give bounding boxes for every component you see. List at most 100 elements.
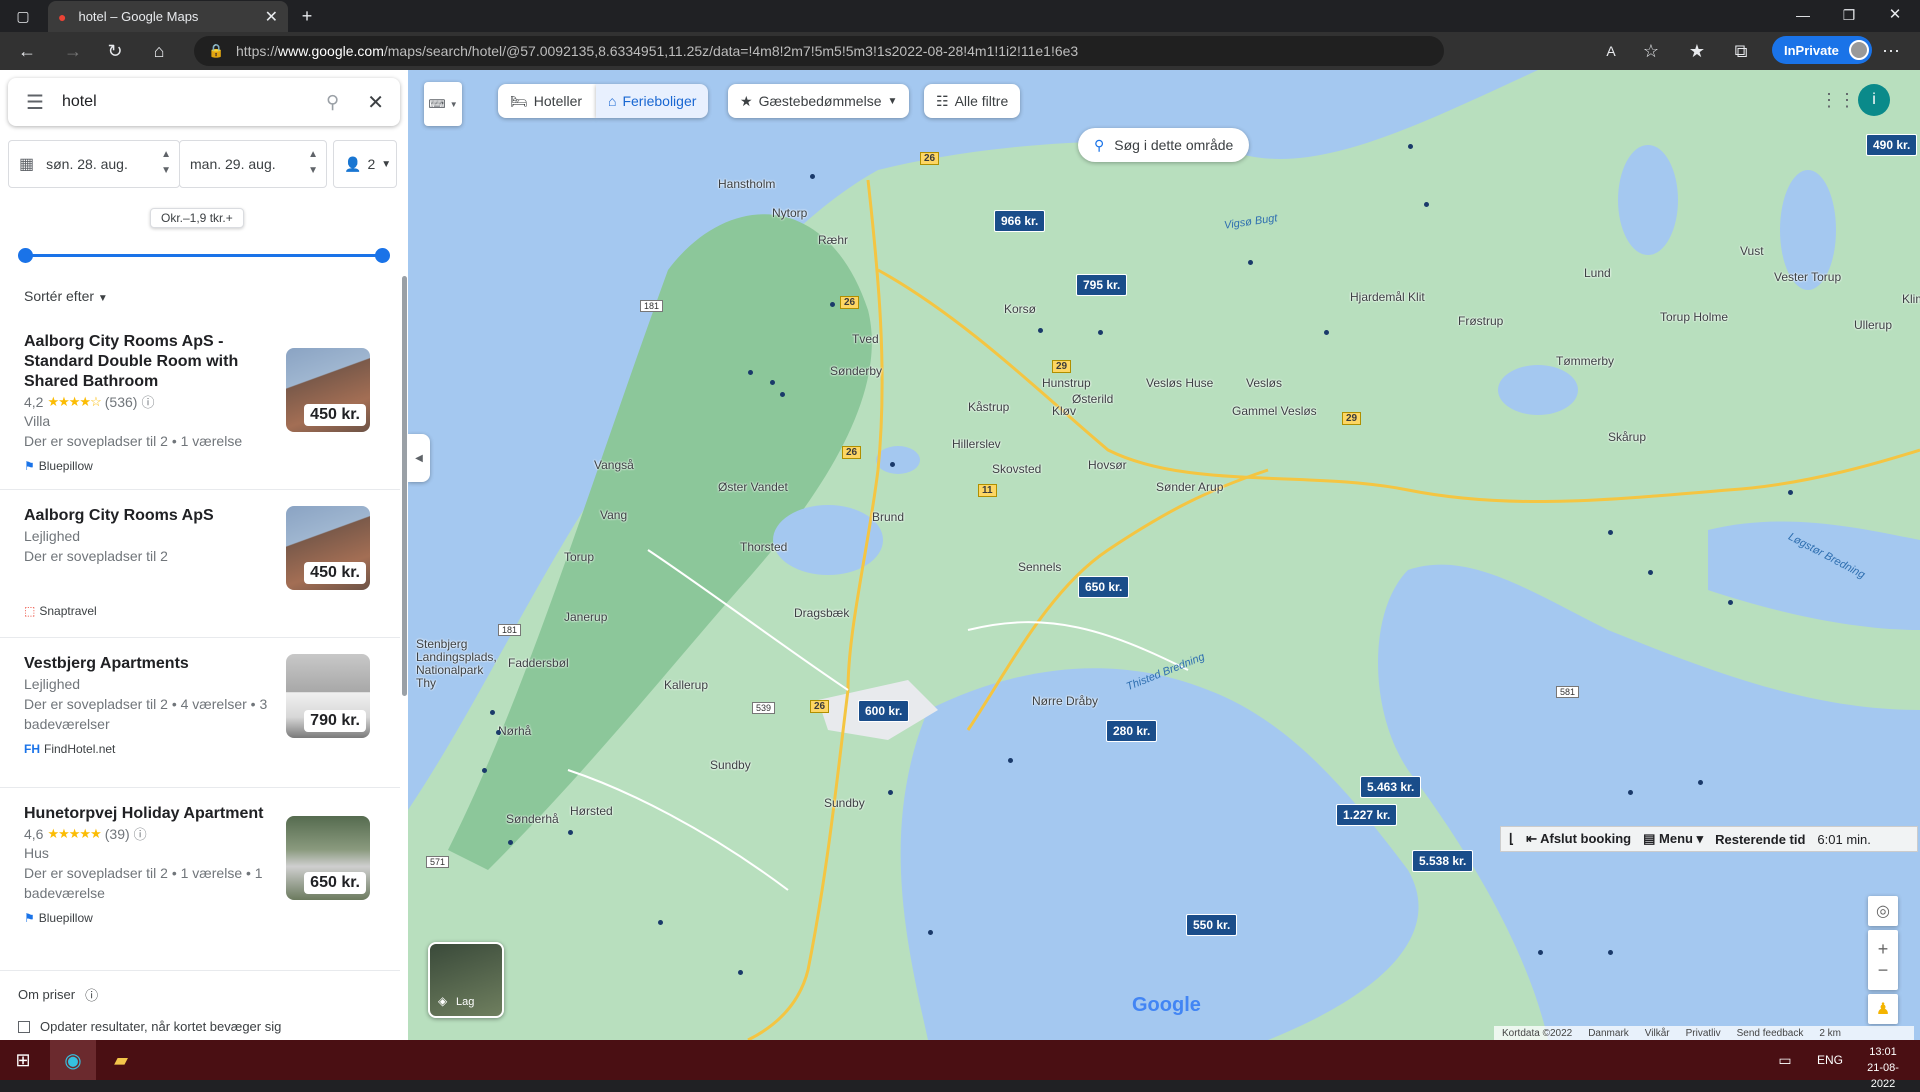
search-box[interactable]: ☰ hotel ⚲ ✕ (8, 78, 400, 126)
collections-icon[interactable]: ⧉ (1730, 40, 1752, 62)
price-marker[interactable]: 280 kr. (1106, 720, 1158, 742)
keyboard-toggle-button[interactable]: ⌨ ▼ (424, 82, 462, 126)
result-item[interactable]: Aalborg City Rooms ApS - Standard Double… (0, 322, 400, 490)
listing-dot[interactable] (508, 840, 513, 845)
map-canvas[interactable]: Hanstholm Nytorp Ræhr Tved Sønderby Kors… (408, 70, 1920, 1040)
result-title[interactable]: Aalborg City Rooms ApS - Standard Double… (24, 332, 244, 392)
more-menu-icon[interactable]: ⋯ (1880, 40, 1902, 62)
layers-button[interactable]: ◈ Lag (428, 942, 504, 1018)
listing-dot[interactable] (1698, 780, 1703, 785)
price-marker[interactable]: 650 kr. (1078, 576, 1130, 598)
zoom-out-icon[interactable]: − (1878, 960, 1889, 981)
close-tab-icon[interactable]: ✕ (265, 7, 278, 27)
listing-dot[interactable] (928, 930, 933, 935)
keyboard-layout-icon[interactable]: ▭ (1770, 1040, 1800, 1080)
price-marker[interactable]: 966 kr. (994, 210, 1046, 232)
info-icon[interactable]: ⓘ (134, 824, 147, 843)
price-range-slider[interactable] (18, 246, 390, 266)
result-source[interactable]: ⚑ Bluepillow (24, 459, 376, 473)
url-field[interactable]: 🔒 https://www.google.com/maps/search/hot… (194, 36, 1444, 66)
price-marker[interactable]: 795 kr. (1076, 274, 1128, 296)
listing-dot[interactable] (1038, 328, 1043, 333)
edge-taskbar-icon[interactable]: ◉ (50, 1040, 96, 1080)
sort-button[interactable]: Sortér efter ▼ (24, 288, 108, 304)
listing-dot[interactable] (738, 970, 743, 975)
listing-dot[interactable] (830, 302, 835, 307)
account-avatar[interactable]: i (1858, 84, 1890, 116)
listing-dot[interactable] (1538, 950, 1543, 955)
scale-label[interactable]: 2 km (1819, 1028, 1841, 1039)
result-item[interactable]: Aalborg City Rooms ApS Lejlighed Der er … (0, 490, 400, 638)
search-this-area-button[interactable]: ⚲ Søg i dette område (1078, 128, 1250, 162)
price-marker[interactable]: 490 kr. (1866, 134, 1918, 156)
price-marker[interactable]: 1.227 kr. (1336, 804, 1398, 826)
listing-dot[interactable] (748, 370, 753, 375)
listing-dot[interactable] (780, 392, 785, 397)
info-icon[interactable]: ⓘ (141, 392, 154, 411)
listing-dot[interactable] (1788, 490, 1793, 495)
privacy-link[interactable]: Privatliv (1686, 1028, 1721, 1039)
listing-dot[interactable] (1628, 790, 1633, 795)
result-photo[interactable]: 790 kr. (286, 654, 370, 738)
listing-dot[interactable] (890, 462, 895, 467)
favorite-add-icon[interactable]: ☆ (1640, 40, 1662, 62)
listing-dot[interactable] (568, 830, 573, 835)
guest-rating-filter-chip[interactable]: ★ Gæstebedømmelse ▼ (728, 84, 910, 118)
restore-icon[interactable]: ❐ (1838, 4, 1860, 26)
date-stepper-icon[interactable]: ▲ ▼ (308, 147, 318, 179)
search-icon[interactable]: ⚲ (326, 92, 339, 113)
zoom-in-icon[interactable]: + (1878, 939, 1889, 960)
listing-dot[interactable] (658, 920, 663, 925)
close-window-icon[interactable]: ✕ (1884, 4, 1906, 26)
guests-selector[interactable]: 👤 2 ▼ (333, 140, 397, 188)
listing-dot[interactable] (496, 730, 501, 735)
search-input[interactable]: hotel (62, 93, 326, 111)
listing-dot[interactable] (1008, 758, 1013, 763)
start-button[interactable]: ⊞ (0, 1040, 46, 1080)
listing-dot[interactable] (888, 790, 893, 795)
listing-dot[interactable] (1424, 202, 1429, 207)
price-marker[interactable]: 5.538 kr. (1412, 850, 1474, 872)
exit-booking-button[interactable]: ⇤ Afslut booking (1526, 831, 1631, 847)
clock[interactable]: 13:01 21-08-2022 (1856, 1044, 1910, 1092)
terms-link[interactable]: Vilkår (1645, 1028, 1670, 1039)
date-stepper-icon[interactable]: ▲ ▼ (161, 147, 171, 179)
checkout-date-field[interactable]: man. 29. aug. ▲ ▼ (179, 140, 327, 188)
result-source[interactable]: ⬚ Snaptravel (24, 604, 376, 618)
all-filters-chip[interactable]: ☷ Alle filtre (924, 84, 1021, 118)
listing-dot[interactable] (770, 380, 775, 385)
pegman-button[interactable]: ♟ (1868, 994, 1898, 1024)
result-source[interactable]: FH FindHotel.net (24, 742, 376, 756)
price-marker[interactable]: 5.463 kr. (1360, 776, 1422, 798)
vacation-rentals-chip[interactable]: ⌂ Ferieboliger (596, 84, 709, 118)
update-results-toggle[interactable]: Opdater resultater, når kortet bevæger s… (18, 1019, 281, 1034)
listing-dot[interactable] (1098, 330, 1103, 335)
send-feedback-link[interactable]: Send feedback (1737, 1028, 1804, 1039)
slider-handle-min[interactable] (18, 248, 33, 263)
slider-handle-max[interactable] (375, 248, 390, 263)
new-tab-icon[interactable]: + (296, 5, 318, 27)
result-photo[interactable]: 450 kr. (286, 348, 370, 432)
result-photo[interactable]: 650 kr. (286, 816, 370, 900)
listing-dot[interactable] (1648, 570, 1653, 575)
about-prices-link[interactable]: Om priser ⓘ (18, 985, 98, 1004)
file-explorer-icon[interactable]: ▰ (98, 1040, 144, 1080)
result-photo[interactable]: 450 kr. (286, 506, 370, 590)
result-title[interactable]: Aalborg City Rooms ApS (24, 506, 244, 526)
listing-dot[interactable] (490, 710, 495, 715)
language-indicator[interactable]: ENG (1810, 1040, 1850, 1080)
hotels-filter-chip[interactable]: 🛏 Hoteller (498, 84, 597, 118)
checkin-date-field[interactable]: ▦ søn. 28. aug. ▲ ▼ (8, 140, 180, 188)
listing-dot[interactable] (1408, 144, 1413, 149)
listing-dot[interactable] (1728, 600, 1733, 605)
collapse-panel-button[interactable]: ◀ (408, 434, 430, 482)
back-icon[interactable]: ← (16, 40, 38, 62)
listing-dot[interactable] (1324, 330, 1329, 335)
minimize-icon[interactable]: — (1792, 4, 1814, 26)
favorites-icon[interactable]: ★ (1686, 40, 1708, 62)
read-aloud-icon[interactable]: A (1600, 40, 1622, 62)
checkbox[interactable] (18, 1020, 30, 1033)
result-item[interactable]: Vestbjerg Apartments Lejlighed Der er so… (0, 638, 400, 788)
apps-grid-icon[interactable]: ⋮⋮ (1820, 90, 1856, 111)
result-item[interactable]: Hunetorpvej Holiday Apartment 4,6 ★★★★★ … (0, 788, 400, 948)
